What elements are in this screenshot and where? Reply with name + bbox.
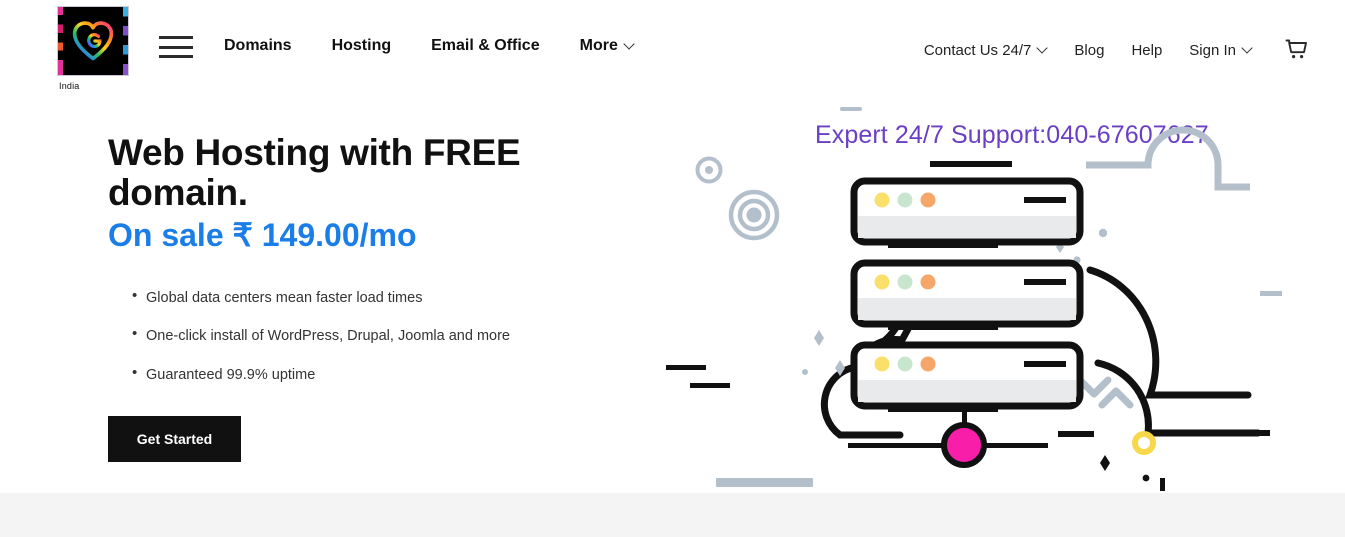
chevron-down-icon xyxy=(1038,44,1047,53)
utility-navigation: Contact Us 24/7 Blog Help Sign In xyxy=(924,38,1309,62)
nav-item-domains[interactable]: Domains xyxy=(224,37,292,55)
server-led-orange xyxy=(920,356,936,372)
nav-item-label: Hosting xyxy=(331,37,392,54)
shopping-cart-icon[interactable] xyxy=(1285,38,1309,62)
deco-dash xyxy=(930,161,1012,167)
server-dash xyxy=(1024,279,1066,285)
deco-chevron-up xyxy=(1098,387,1134,409)
deco-target-small xyxy=(695,156,723,184)
nav-item-sign-in[interactable]: Sign In xyxy=(1189,42,1252,59)
nav-item-hosting[interactable]: Hosting xyxy=(332,37,392,55)
rainbow-heart-glyph xyxy=(72,21,114,61)
cloud-outline-right xyxy=(1086,266,1252,399)
server-dash xyxy=(1024,197,1066,203)
footer-deco-tick xyxy=(1160,478,1165,491)
nav-item-label: Blog xyxy=(1074,41,1105,59)
illustration-svg xyxy=(666,107,1282,482)
footer-deco-dash xyxy=(716,478,813,487)
logo-region-label: India xyxy=(59,81,80,91)
site-header: India Domains Hosting Email & Office Mor… xyxy=(0,0,1345,94)
hero-copy: Web Hosting with FREE domain. On sale ₹ … xyxy=(108,132,648,463)
deco-dash xyxy=(840,107,862,111)
godaddy-logo-icon[interactable] xyxy=(57,6,129,76)
deco-arch xyxy=(1086,126,1250,191)
server-led-green xyxy=(897,274,913,290)
page-title: Web Hosting with FREE domain. xyxy=(108,132,521,213)
server-led-yellow xyxy=(874,356,890,372)
server-box-3 xyxy=(850,341,1084,410)
deco-dot xyxy=(1098,228,1108,238)
server-box-1 xyxy=(850,177,1084,246)
nav-item-help[interactable]: Help xyxy=(1131,42,1162,59)
deco-target-large xyxy=(728,189,780,241)
deco-dot xyxy=(802,369,808,375)
hero-price: On sale ₹ 149.00/mo xyxy=(108,216,417,253)
deco-dash xyxy=(888,242,998,248)
chevron-down-icon xyxy=(625,40,634,49)
get-started-button[interactable]: Get Started xyxy=(108,416,241,463)
hamburger-menu-icon[interactable] xyxy=(159,36,193,58)
nav-item-email-office[interactable]: Email & Office xyxy=(431,37,539,55)
node-pink xyxy=(941,422,987,468)
deco-dash xyxy=(888,406,998,412)
logo-block[interactable]: India xyxy=(57,6,131,91)
deco-dash xyxy=(666,365,706,370)
page-root: India Domains Hosting Email & Office Mor… xyxy=(0,0,1345,537)
server-led-green xyxy=(897,356,913,372)
server-led-orange xyxy=(920,192,936,208)
footer-band xyxy=(0,493,1345,537)
deco-sparkle xyxy=(814,330,824,346)
list-item: One-click install of WordPress, Drupal, … xyxy=(108,326,648,344)
nav-item-label: Domains xyxy=(224,37,292,54)
server-led-yellow xyxy=(874,192,890,208)
deco-dot xyxy=(1142,474,1150,482)
hamburger-bar xyxy=(159,36,193,39)
hosting-illustration xyxy=(650,95,1345,495)
server-dash xyxy=(1024,361,1066,367)
nav-item-label: Sign In xyxy=(1189,41,1236,59)
server-led-orange xyxy=(920,274,936,290)
list-item: Global data centers mean faster load tim… xyxy=(108,288,648,306)
hamburger-bar xyxy=(159,45,193,49)
list-item: Guaranteed 99.9% uptime xyxy=(108,365,648,383)
nav-item-contact-us[interactable]: Contact Us 24/7 xyxy=(924,42,1048,59)
nav-item-more[interactable]: More xyxy=(580,37,634,55)
deco-dash xyxy=(690,383,730,388)
nav-item-blog[interactable]: Blog xyxy=(1074,42,1104,59)
deco-sparkle xyxy=(1100,455,1110,471)
nav-item-label: Email & Office xyxy=(431,37,540,54)
deco-dash xyxy=(888,324,998,330)
deco-dash xyxy=(1058,431,1094,437)
chevron-down-icon xyxy=(1243,44,1252,53)
nav-item-label: Help xyxy=(1131,41,1163,59)
server-box-2 xyxy=(850,259,1084,328)
nav-item-label: Contact Us 24/7 xyxy=(923,41,1032,59)
deco-dash xyxy=(1260,291,1282,296)
feature-list: Global data centers mean faster load tim… xyxy=(108,288,648,383)
deco-circle-yellow xyxy=(1132,431,1156,455)
primary-navigation: Domains Hosting Email & Office More xyxy=(224,37,634,55)
hamburger-bar xyxy=(159,55,193,58)
deco-chevron-down xyxy=(1076,376,1112,398)
logo-edge-right xyxy=(123,7,128,75)
nav-item-label: More xyxy=(579,37,618,54)
logo-edge-left xyxy=(58,7,63,75)
server-led-green xyxy=(897,192,913,208)
server-led-yellow xyxy=(874,274,890,290)
